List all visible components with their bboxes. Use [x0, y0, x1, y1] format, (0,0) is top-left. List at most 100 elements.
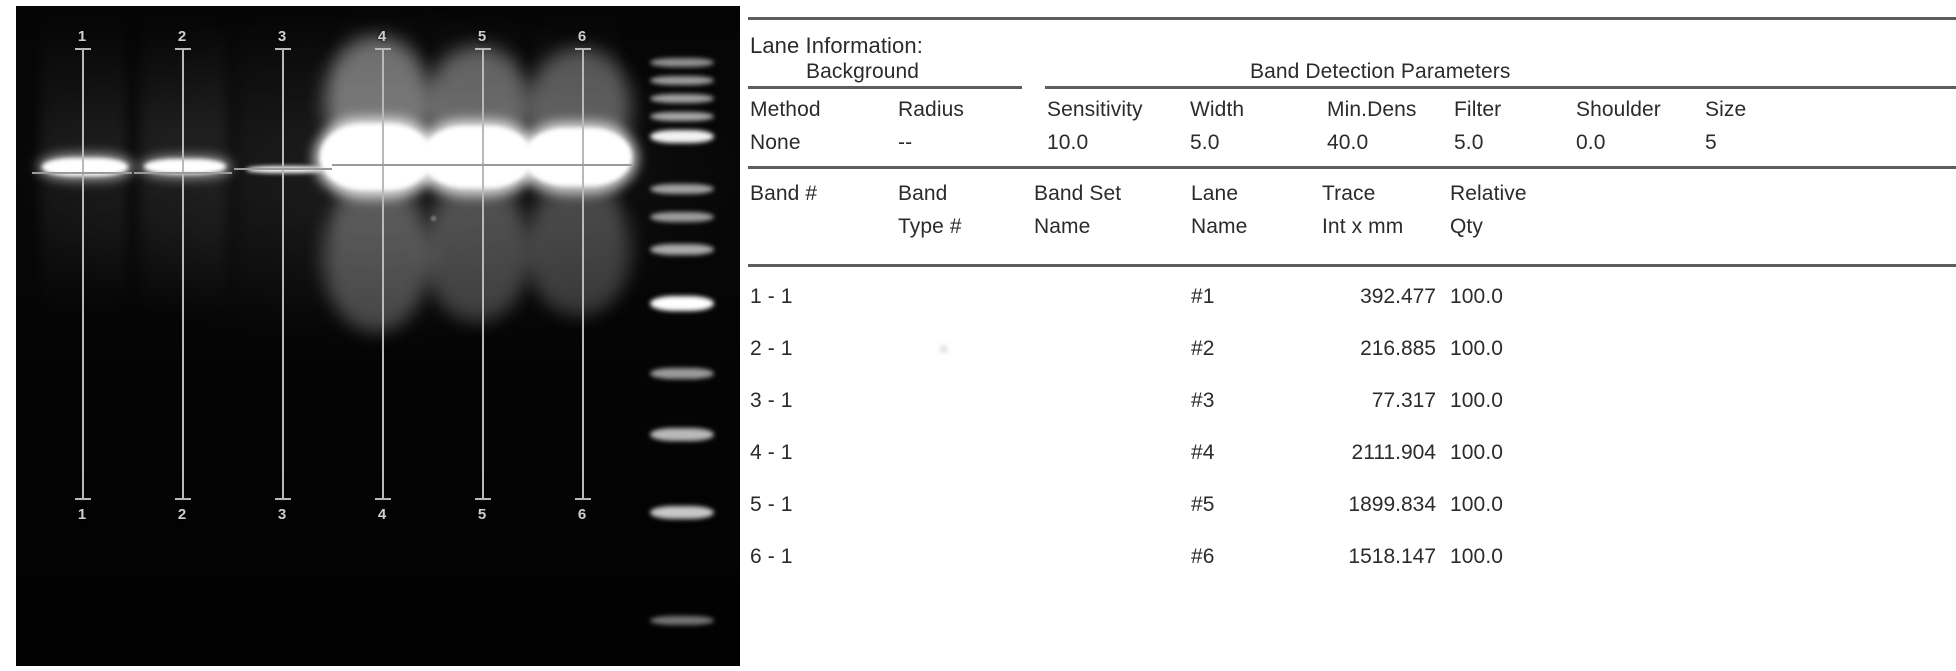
row-band-number: 4 - 1	[750, 441, 793, 464]
band-marker-lane-4[interactable]	[332, 164, 432, 166]
row-lane-name: #6	[1191, 545, 1215, 568]
band-header-relative: Relative	[1450, 182, 1527, 205]
lane-marker-cap-bottom-6	[575, 498, 591, 500]
row-lane-name: #4	[1191, 441, 1215, 464]
lane-number-bottom-1: 1	[77, 506, 87, 523]
band-rows-top-divider	[748, 264, 1956, 267]
lane-marker-cap-bottom-4	[375, 498, 391, 500]
ladder-rung-6	[650, 184, 714, 194]
lane-marker-cap-top-6	[575, 48, 591, 50]
gel-speck-artifact	[431, 216, 436, 221]
row-lane-name: #5	[1191, 493, 1215, 516]
lane-marker-cap-top-1	[75, 48, 91, 50]
row-lane-name: #2	[1191, 337, 1215, 360]
row-trace: 216.885	[1360, 337, 1436, 360]
row-relative-qty: 100.0	[1450, 285, 1504, 308]
row-relative-qty: 100.0	[1450, 337, 1504, 360]
row-band-number: 5 - 1	[750, 493, 793, 516]
ladder-rung-7	[650, 212, 714, 222]
lane5-lower-smear	[424, 182, 530, 322]
lane-number-bottom-3: 3	[277, 506, 287, 523]
lane-marker-cap-bottom-5	[475, 498, 491, 500]
band-marker-lane-6[interactable]	[532, 164, 632, 166]
lane-number-top-2: 2	[177, 28, 187, 45]
lane-marker-cap-bottom-2	[175, 498, 191, 500]
row-relative-qty: 100.0	[1450, 545, 1504, 568]
param-value-sensitivity: 10.0	[1047, 131, 1089, 154]
lane-marker-cap-top-5	[475, 48, 491, 50]
row-trace: 392.477	[1360, 285, 1436, 308]
lane-marker-line-5[interactable]	[482, 48, 484, 500]
band-header-lane: Lane	[1191, 182, 1239, 205]
row-relative-qty: 100.0	[1450, 441, 1504, 464]
lane-marker-cap-bottom-1	[75, 498, 91, 500]
screenshot-root: 1 2 3 4 5 6 1 2 3 4 5 6 Lane Information…	[0, 0, 1956, 671]
ladder-rung-13	[650, 616, 714, 625]
param-value-width: 5.0	[1190, 131, 1220, 154]
band-marker-lane-2[interactable]	[134, 172, 232, 174]
band-marker-lane-1[interactable]	[32, 172, 132, 174]
band-header-trace: Trace	[1322, 182, 1376, 205]
param-value-size: 5	[1705, 131, 1717, 154]
report-title: Lane Information:	[750, 33, 923, 58]
param-value-method: None	[750, 131, 801, 154]
band-subheader-int-x-mm: Int x mm	[1322, 215, 1404, 238]
lane-number-top-1: 1	[77, 28, 87, 45]
top-divider	[748, 17, 1956, 20]
lane-number-bottom-5: 5	[477, 506, 487, 523]
band-subheader-lane-name: Name	[1191, 215, 1248, 238]
row-band-number: 3 - 1	[750, 389, 793, 412]
lane-marker-cap-bottom-3	[275, 498, 291, 500]
ladder-rung-1	[650, 58, 714, 67]
band-detection-group-rule	[1045, 86, 1956, 89]
lane-marker-line-3[interactable]	[282, 48, 284, 500]
param-header-min-dens: Min.Dens	[1327, 98, 1417, 121]
band-subheader-type-number: Type #	[898, 215, 962, 238]
ladder-rung-8	[650, 244, 714, 255]
band-header-band-number: Band #	[750, 182, 818, 205]
lane-number-bottom-2: 2	[177, 506, 187, 523]
param-value-min-dens: 40.0	[1327, 131, 1369, 154]
row-band-number: 2 - 1	[750, 337, 793, 360]
param-header-filter: Filter	[1454, 98, 1502, 121]
row-lane-name: #3	[1191, 389, 1215, 412]
row-band-number: 1 - 1	[750, 285, 793, 308]
band-marker-lane-5[interactable]	[432, 164, 532, 166]
ladder-rung-12	[650, 506, 714, 519]
band-header-band-type: Band	[898, 182, 948, 205]
ladder-rung-11	[650, 428, 714, 441]
gel-electrophoresis-image[interactable]: 1 2 3 4 5 6 1 2 3 4 5 6	[16, 6, 740, 666]
ladder-rung-4	[650, 112, 714, 121]
row-band-number: 6 - 1	[750, 545, 793, 568]
group-header-band-detection: Band Detection Parameters	[1250, 60, 1511, 83]
row-trace: 1899.834	[1348, 493, 1436, 516]
background-group-rule	[748, 86, 1022, 89]
ladder-rung-9	[650, 296, 714, 311]
lane-number-bottom-6: 6	[577, 506, 587, 523]
gel-band-lane-1-halo	[38, 154, 134, 180]
band-marker-lane-3[interactable]	[234, 168, 332, 170]
param-header-width: Width	[1190, 98, 1245, 121]
lane-information-report: Lane Information: Background Band Detect…	[748, 0, 1956, 671]
group-header-background: Background	[806, 60, 920, 83]
gel-band-lane-2-halo	[140, 156, 232, 178]
param-header-shoulder: Shoulder	[1576, 98, 1661, 121]
ladder-rung-5	[650, 130, 714, 143]
param-value-shoulder: 0.0	[1576, 131, 1606, 154]
lane-marker-line-6[interactable]	[582, 48, 584, 500]
row-trace: 1518.147	[1348, 545, 1436, 568]
param-header-sensitivity: Sensitivity	[1047, 98, 1143, 121]
lane-number-top-6: 6	[577, 28, 587, 45]
lane-marker-cap-top-4	[375, 48, 391, 50]
band-table-top-divider	[748, 166, 1956, 169]
param-header-radius: Radius	[898, 98, 964, 121]
lane-marker-line-4[interactable]	[382, 48, 384, 500]
row-trace: 2111.904	[1351, 441, 1436, 464]
param-header-size: Size	[1705, 98, 1747, 121]
lane-marker-cap-top-3	[275, 48, 291, 50]
lane-number-bottom-4: 4	[377, 506, 387, 523]
ladder-rung-2	[650, 76, 714, 85]
lane-marker-line-1[interactable]	[82, 48, 84, 500]
lane-number-top-5: 5	[477, 28, 487, 45]
lane-marker-line-2[interactable]	[182, 48, 184, 500]
